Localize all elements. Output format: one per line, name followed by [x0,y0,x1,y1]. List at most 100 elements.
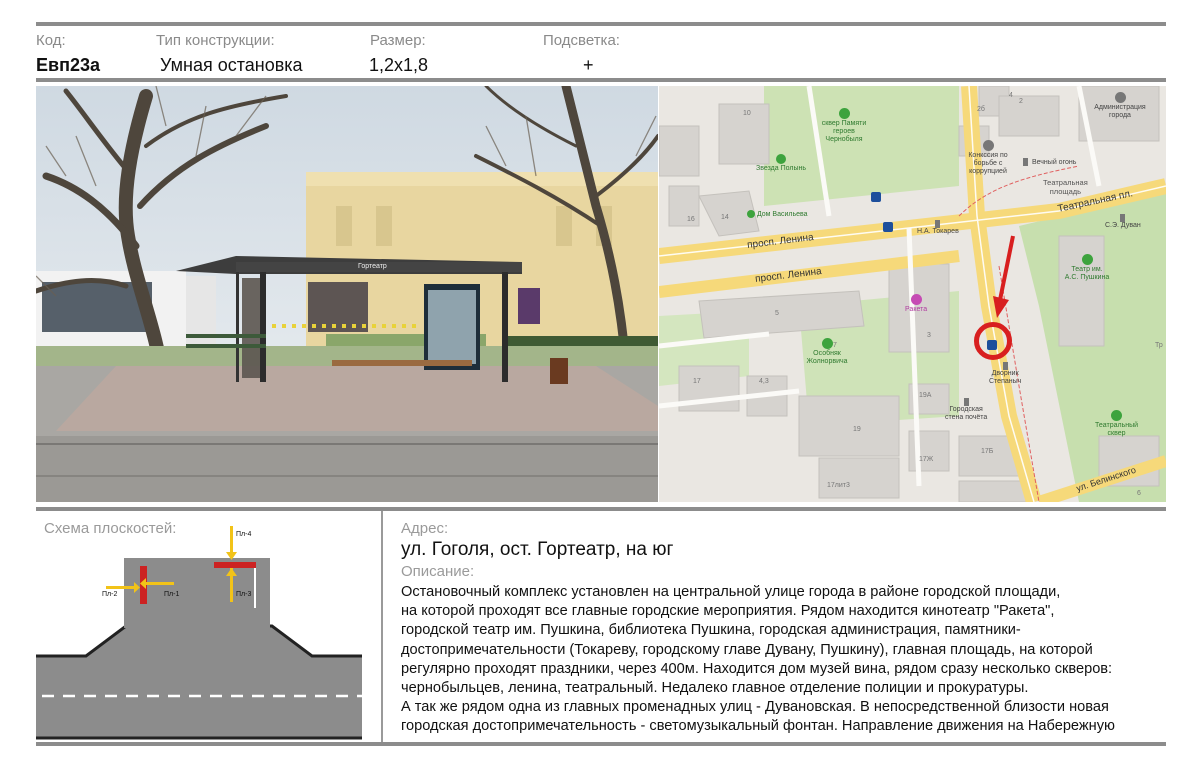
plane-label-2: Пл-2 [102,591,117,598]
location-map: просп. Ленина просп. Ленина Театральная … [659,86,1166,502]
code-label: Код: [36,32,66,49]
poi-administration-line1: Администрация [1094,104,1146,111]
monument-icon [747,210,755,218]
house-number: 2 [1019,98,1023,105]
theatre-icon [1081,254,1093,265]
house-number: 17 [693,378,701,385]
poi-pushkin-theatre-line1: Театр им. [1071,266,1103,273]
poi-wall-line1: Городская [949,406,983,413]
size-label: Размер: [370,32,426,49]
poi-duvan: С.Э. Дуван [1105,214,1141,229]
location-marker-ring [974,322,1012,360]
house-number: 10 [743,110,751,117]
house-number: 14 [721,214,729,221]
cinema-icon [910,294,922,305]
lighting-value: + [583,55,594,75]
poi-chernobyl-square: сквер Памяти героев Чернобыля [809,108,879,144]
poi-raketa-label: Ракета [905,306,928,313]
poi-raketa-cinema: Ракета [905,294,927,313]
poi-zholnorvich-line1: Особняк [813,350,841,357]
plane-label-1: Пл-1 [164,591,179,598]
statue-icon [963,398,969,406]
statue-icon [1023,158,1028,166]
lighting-label: Подсветка: [543,32,620,49]
description-line: А так же рядом одна из главных променадн… [401,699,1109,716]
poi-anticorruption: Конкссия по борьбе с коррупцией [961,140,1015,176]
house-number: 7 [833,342,837,349]
description-label: Описание: [401,563,475,580]
location-arrow-icon [993,235,1015,318]
house-number: 16 [687,216,695,223]
poi-theatre-park-line2: сквер [1107,430,1126,437]
poi-zvezda-polyn: Звезда Полынь [751,154,811,172]
house-number: 4 [1009,92,1013,99]
poi-theatre-square-park: Театральный сквер [1095,410,1138,438]
planes-scheme-diagram: Пл-1 Пл-2 Пл-3 Пл-4 [36,526,362,740]
footer-rule [36,742,1166,746]
house-number: 19А [919,392,932,399]
poi-theatre-park-line1: Театральный [1095,422,1139,429]
poi-dvornik-stepanych: Дворник Степаныч [989,362,1021,386]
poi-anticorruption-line1: Конкссия по [968,152,1008,159]
size-value: 1,2х1,8 [369,55,429,75]
poi-theatre-square: Театральная площадь [1043,178,1088,196]
section-divider [381,511,383,742]
poi-theatre-square-line1: Театральная [1043,178,1088,187]
park-icon [838,108,850,119]
house-number: 6 [1137,490,1141,497]
poi-chernobyl-line1: сквер Памяти [821,120,867,127]
address-value: ул. Гоголя, ост. Гортеатр, на юг [401,539,674,560]
park-icon [1111,410,1123,421]
description-line: достопримечательности (Токареву, городск… [401,641,1093,658]
house-number: 17лит3 [827,482,850,489]
bus-stop-photo-illustration: Гортеатр [36,86,658,502]
description-line: Остановочный комплекс установлен на цент… [401,584,1061,600]
construction-type-value: Умная остановка [160,55,303,75]
poi-zholnorvich-line2: Жолнорвича [806,358,848,365]
house-number: 4,3 [759,378,769,385]
bus-stop-icon [871,192,881,202]
monument-icon [821,338,833,349]
house-number: Тр [1155,342,1163,349]
poi-stepanych-line1: Дворник [991,370,1019,377]
statue-icon [935,220,941,228]
construction-type-label: Тип конструкции: [156,32,275,49]
description-line: городская достопримечательность - светом… [401,718,1115,735]
poi-dom-vasilyeva-label: Дом Васильева [756,210,808,218]
poi-administration-line2: города [1109,112,1131,119]
poi-dom-vasilyeva: Дом Васильева [747,210,808,218]
plane-label-4: Пл-4 [236,531,251,538]
plane-label-3: Пл-3 [236,591,251,598]
poi-wall-line2: стена почёта [945,414,988,421]
bus-stop-photo: Гортеатр [36,86,658,502]
poi-city-administration: Администрация города [1085,92,1155,120]
header-bottom-rule [36,78,1166,82]
header-top-rule [36,22,1166,26]
middle-rule [36,507,1166,511]
house-number: 3 [927,332,931,339]
poi-anticorruption-line3: коррупцией [969,168,1007,175]
description-line: чернобыльцев, ленина, театральный. Недал… [401,680,1029,697]
code-value: Евп23а [36,55,100,75]
house-number: 17Б [981,448,994,455]
poi-stepanych-line2: Степаныч [989,378,1022,385]
flag-icon [1114,92,1126,103]
poi-duvan-label: С.Э. Дуван [1105,222,1141,229]
description-line: на которой проходят все главные городски… [401,603,1055,620]
description-line: городской театр им. Пушкина, библиотека … [401,622,1021,639]
poi-theatre-square-line2: площадь [1049,187,1082,196]
bus-stop-icon [883,222,893,232]
statue-icon [1120,214,1126,222]
house-number: 17Ж [919,456,934,463]
statue-icon [1002,362,1008,370]
house-number: 19 [853,426,861,433]
poi-chernobyl-line3: Чернобыля [825,136,863,143]
poi-eternal-flame: Вечный огонь [1023,158,1076,166]
poi-eternal-flame-label: Вечный огонь [1031,158,1077,166]
poi-tokarev-label: Н.А. Токарев [917,228,959,235]
description-text: Остановочный комплекс установлен на цент… [401,583,1181,737]
address-label: Адрес: [401,520,449,537]
poi-tokarev: Н.А. Токарев [917,220,959,235]
poi-pushkin-theatre: Театр им. А.С. Пушкина [1057,254,1117,282]
poi-wall-of-honor: Городская стена почёта [945,398,987,422]
